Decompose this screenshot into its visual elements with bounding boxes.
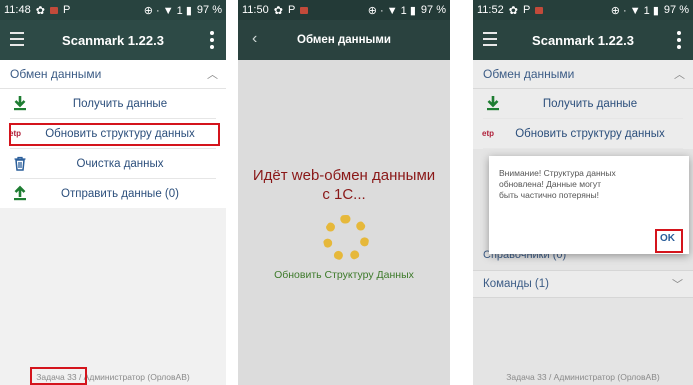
- menu-icon[interactable]: [10, 32, 24, 46]
- p-icon: P: [62, 4, 71, 16]
- highlight-update-structure: [9, 123, 220, 146]
- signal-icons: ⊕ · ▼ 1 ▮: [367, 4, 416, 17]
- app-title: Scanmark 1.22.3: [62, 32, 164, 48]
- p-icon: P: [287, 4, 296, 16]
- receive-data-item[interactable]: Получить данные: [473, 89, 693, 118]
- settings-icon: ✿: [273, 4, 283, 17]
- notification-icon: [535, 6, 544, 14]
- section-title: Обмен данными: [483, 67, 575, 81]
- receive-data-label: Получить данные: [72, 97, 168, 110]
- exchange-message: Идёт web-обмен данными с 1С...: [252, 167, 436, 203]
- back-icon[interactable]: ‹: [252, 30, 257, 48]
- app-title: Scanmark 1.22.3: [532, 32, 634, 48]
- app-bar: ‹ Обмен данными: [238, 20, 450, 60]
- etp-logo-icon: etp: [482, 129, 494, 138]
- commands-label: Команды (1): [483, 278, 549, 290]
- svg-text:etp: etp: [482, 129, 494, 138]
- battery-level: 97 %: [420, 4, 446, 16]
- phone-screen-3: 11:52 ✿ P ⊕ · ▼ 1 ▮ 97 % Scanmark 1.22.3 Об…: [473, 0, 693, 385]
- phone-screen-2: 11:50 ✿ P ⊕ · ▼ 1 ▮ 97 % ‹ Обмен данными Ид…: [238, 0, 450, 385]
- data-exchange-section: Обмен данными ︿ Получить данные etp Обно…: [473, 60, 693, 149]
- clear-data-label: Очистка данных: [76, 157, 164, 170]
- exchange-caption: Обновить Структуру Данных: [274, 269, 414, 281]
- signal-icons: ⊕ · ▼ 1 ▮: [610, 4, 659, 17]
- commands-row[interactable]: Команды (1) ﹀: [473, 270, 693, 298]
- clear-data-item[interactable]: Очистка данных: [0, 149, 226, 178]
- receive-data-item[interactable]: Получить данные: [0, 89, 226, 118]
- trash-icon: [14, 156, 26, 171]
- settings-icon: ✿: [35, 4, 45, 17]
- status-time: 11:48: [4, 4, 31, 16]
- battery-level: 97 %: [196, 4, 222, 16]
- status-time: 11:52: [477, 4, 504, 16]
- battery-level: 97 %: [663, 4, 689, 16]
- app-bar: Scanmark 1.22.3: [473, 20, 693, 60]
- send-data-label: Отправить данные (0): [61, 187, 179, 200]
- section-header[interactable]: Обмен данными ︿: [0, 60, 226, 89]
- divider: [483, 148, 683, 149]
- dialog-message: Внимание! Структура данных обновлена! Да…: [499, 168, 616, 200]
- update-structure-item[interactable]: etp Обновить структуру данных: [473, 119, 693, 148]
- footer-task-info: Задача 33 / Администратор (ОрловАВ): [506, 372, 660, 382]
- chevron-down-icon[interactable]: ﹀: [672, 276, 693, 292]
- app-title: Обмен данными: [297, 34, 391, 46]
- notification-icon: [49, 6, 58, 14]
- settings-icon: ✿: [508, 4, 518, 17]
- chevron-up-icon[interactable]: ︿: [674, 66, 685, 82]
- status-bar: 11:52 ✿ P ⊕ · ▼ 1 ▮ 97 %: [473, 0, 693, 20]
- phone-screen-1: 11:48 ✿ P ⊕ · ▼ 1 ▮ 97 % Scanmark 1.22.3 Об…: [0, 0, 226, 385]
- download-icon: [487, 96, 499, 111]
- loading-spinner: [323, 215, 369, 261]
- section-header[interactable]: Обмен данными ︿: [473, 60, 693, 89]
- app-bar: Scanmark 1.22.3: [0, 20, 226, 60]
- highlight-ok-button: [655, 229, 683, 253]
- more-options-icon[interactable]: [210, 31, 214, 52]
- send-data-item[interactable]: Отправить данные (0): [0, 179, 226, 208]
- more-options-icon[interactable]: [677, 31, 681, 52]
- section-title: Обмен данными: [10, 67, 102, 81]
- receive-data-label: Получить данные: [542, 97, 638, 110]
- p-icon: P: [522, 4, 531, 16]
- upload-icon: [14, 185, 26, 201]
- status-bar: 11:48 ✿ P ⊕ · ▼ 1 ▮ 97 %: [0, 0, 226, 20]
- update-structure-label: Обновить структуру данных: [515, 127, 665, 140]
- highlight-task-number: [30, 367, 87, 385]
- notification-icon: [300, 6, 309, 14]
- menu-icon[interactable]: [483, 32, 497, 46]
- signal-icons: ⊕ · ▼ 1 ▮: [143, 4, 192, 17]
- chevron-up-icon[interactable]: ︿: [207, 66, 218, 82]
- status-time: 11:50: [242, 4, 269, 16]
- status-bar: 11:50 ✿ P ⊕ · ▼ 1 ▮ 97 %: [238, 0, 450, 20]
- download-icon: [14, 96, 26, 111]
